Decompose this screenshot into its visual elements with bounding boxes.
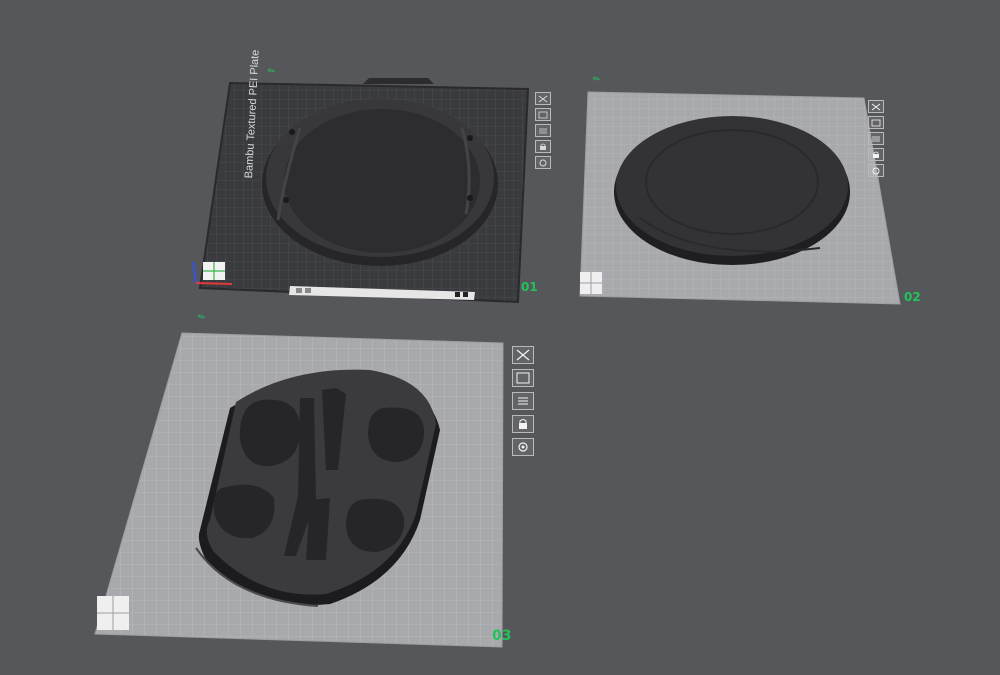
arrange-icon[interactable] [512, 369, 534, 387]
plate-03[interactable] [94, 332, 504, 648]
plate-02-number: 02 [904, 290, 921, 304]
plate-corner-mark [580, 272, 602, 294]
plate-03-toolbar [512, 346, 534, 461]
plate-02[interactable] [579, 91, 901, 305]
settings-icon[interactable] [512, 438, 534, 456]
close-icon[interactable] [868, 100, 884, 113]
settings-icon[interactable] [868, 164, 884, 177]
close-icon[interactable] [535, 92, 551, 105]
lock-icon[interactable] [512, 415, 534, 433]
plate-01-number: 01 [521, 280, 538, 294]
plate-corner-mark [97, 596, 129, 630]
model-round-lid[interactable] [614, 116, 850, 265]
arrange-icon[interactable] [535, 108, 551, 121]
plate-corner-mark [203, 262, 225, 280]
arrange-icon[interactable] [868, 116, 884, 129]
close-icon[interactable] [512, 346, 534, 364]
model-ring-tray[interactable] [262, 99, 498, 266]
plate-01-toolbar [535, 92, 551, 172]
layout-icon[interactable] [868, 132, 884, 145]
settings-icon[interactable] [535, 156, 551, 169]
plate-handle [363, 78, 434, 84]
lock-icon[interactable] [535, 140, 551, 153]
plate-01[interactable] [192, 78, 530, 304]
plate-02-toolbar [868, 100, 884, 180]
build-scene [94, 78, 901, 648]
plate-03-number: 03 [492, 628, 512, 644]
layout-icon[interactable] [512, 392, 534, 410]
lock-icon[interactable] [868, 148, 884, 161]
layout-icon[interactable] [535, 124, 551, 137]
